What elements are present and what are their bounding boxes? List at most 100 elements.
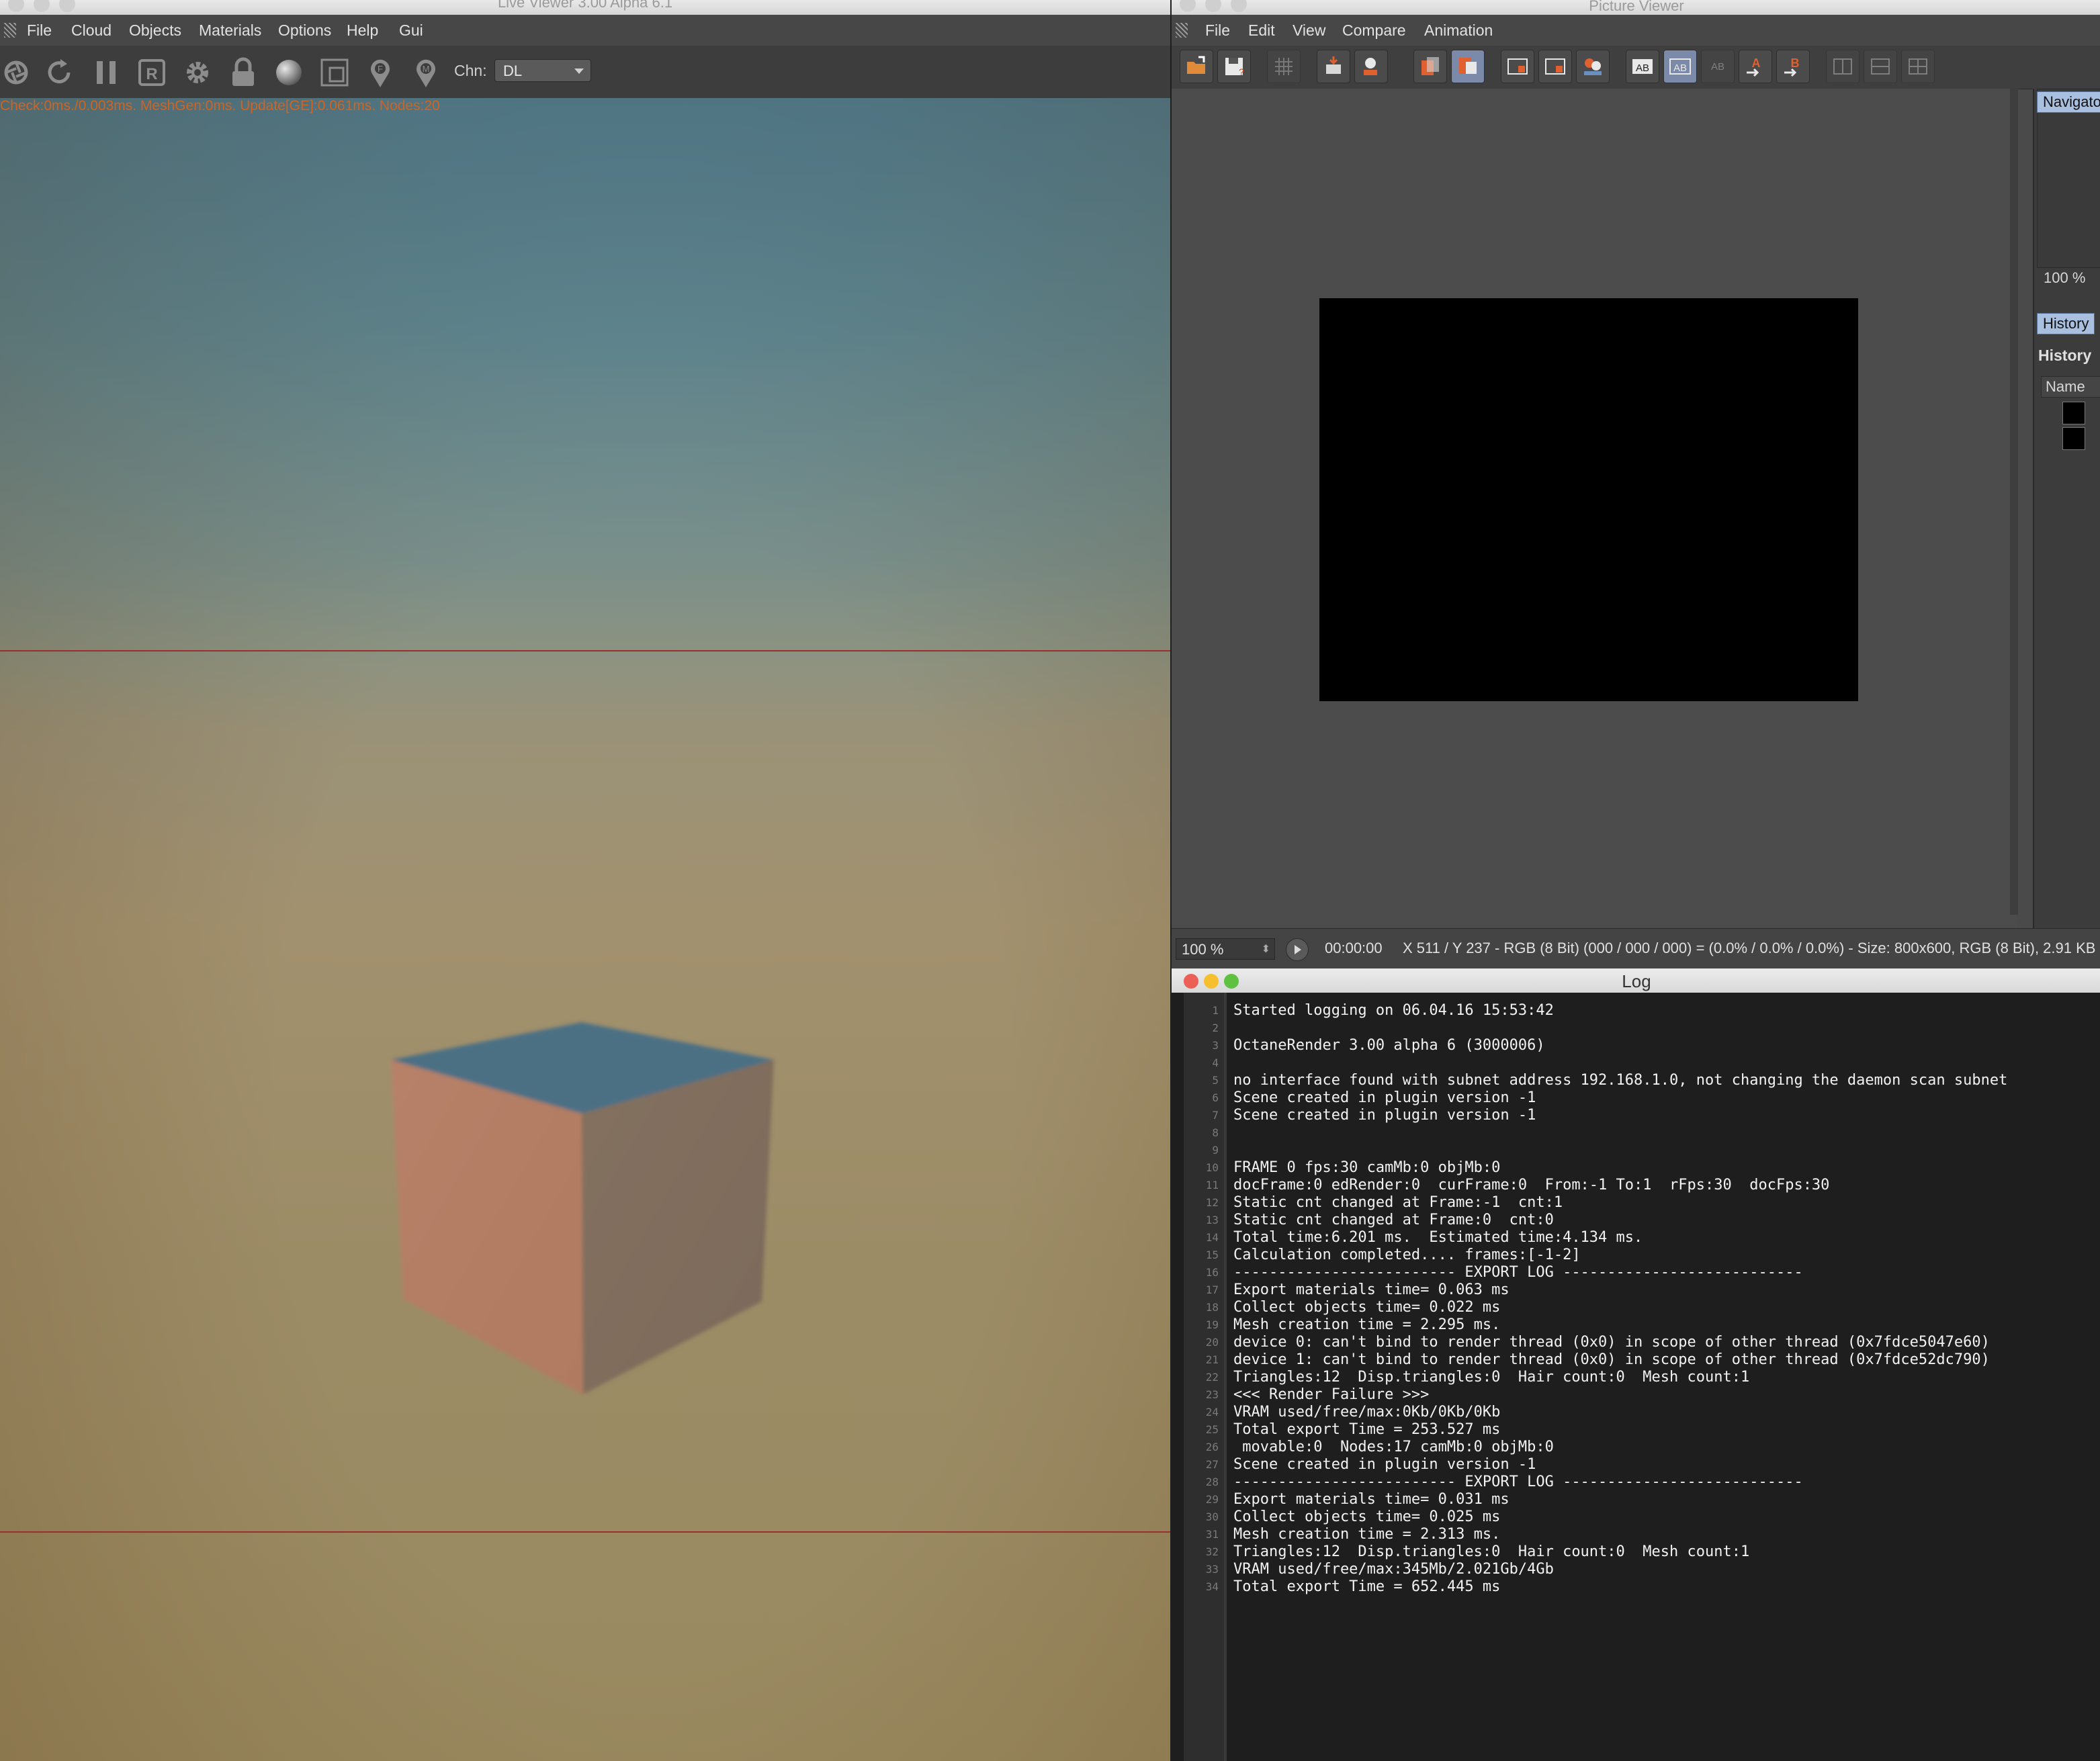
line-number: 5 xyxy=(1212,1074,1219,1087)
menu-objects[interactable]: Objects xyxy=(129,15,181,46)
frame-icon[interactable] xyxy=(1501,50,1534,83)
log-line-text: VRAM used/free/max:345Mb/2.021Gb/4Gb xyxy=(1233,1561,1554,1578)
menu-help[interactable]: Help xyxy=(347,15,378,46)
save-file-icon[interactable]: ? xyxy=(1217,50,1251,83)
live-viewer-titlebar[interactable]: Live Viewer 3.00 Alpha 6.1 xyxy=(0,0,1170,15)
log-line-text: Scene created in plugin version -1 xyxy=(1233,1456,1536,1473)
material-pick-pin-icon[interactable]: M xyxy=(410,56,442,89)
history-thumbnail[interactable] xyxy=(2062,402,2085,424)
region-render-icon[interactable]: R xyxy=(136,56,168,89)
live-viewer-menubar: File Cloud Objects Materials Options Hel… xyxy=(0,15,1170,46)
line-number: 23 xyxy=(1205,1388,1219,1401)
line-number: 8 xyxy=(1212,1126,1219,1139)
line-number: 3 xyxy=(1212,1039,1219,1052)
menu-view[interactable]: View xyxy=(1293,15,1325,46)
log-line-text: Triangles:12 Disp.triangles:0 Hair count… xyxy=(1233,1369,1750,1386)
menu-file[interactable]: File xyxy=(1205,15,1230,46)
render-viewport[interactable]: Check:0ms./0.003ms. MeshGen:0ms. Update[… xyxy=(0,98,1170,1761)
stack-icon[interactable] xyxy=(1451,50,1485,83)
layers-icon[interactable] xyxy=(1317,50,1350,83)
tab-history[interactable]: History xyxy=(2037,313,2095,334)
menu-edit[interactable]: Edit xyxy=(1248,15,1275,46)
zoom-field-value: 100 % xyxy=(1182,941,1224,958)
frame-icon[interactable] xyxy=(1538,50,1572,83)
scene-cube xyxy=(391,1022,774,1394)
menu-compare[interactable]: Compare xyxy=(1342,15,1406,46)
zoom-field[interactable]: 100 % ⬍ xyxy=(1176,938,1275,960)
ab-compare-icon[interactable]: AB xyxy=(1663,50,1697,83)
picture-viewer-title: Picture Viewer xyxy=(1589,0,1684,14)
ab-compare-icon[interactable]: AB xyxy=(1701,50,1735,83)
line-number: 13 xyxy=(1205,1214,1219,1226)
canvas-scrollbar[interactable] xyxy=(2010,89,2018,915)
history-thumbnail[interactable] xyxy=(2062,427,2085,450)
menu-options[interactable]: Options xyxy=(278,15,331,46)
split-icon[interactable] xyxy=(1826,50,1860,83)
svg-text:M: M xyxy=(423,64,430,74)
cube-left-face xyxy=(391,1060,583,1394)
log-line-text: <<< Render Failure >>> xyxy=(1233,1386,1430,1403)
navigator-zoom[interactable]: 100 % xyxy=(2037,267,2100,288)
guide-line-top xyxy=(0,650,1170,651)
picture-canvas[interactable] xyxy=(1172,89,2018,928)
log-line-text: ------------------------- EXPORT LOG ---… xyxy=(1233,1474,1803,1490)
live-viewer-toolbar: R F M Chn: DL xyxy=(0,46,1170,99)
menu-cloud[interactable]: Cloud xyxy=(71,15,112,46)
line-number: 17 xyxy=(1205,1283,1219,1296)
chevron-down-icon xyxy=(574,69,584,74)
line-number: 19 xyxy=(1205,1318,1219,1331)
focus-pin-icon[interactable]: F xyxy=(364,56,396,89)
log-line-text: Total export Time = 253.527 ms xyxy=(1233,1421,1501,1438)
line-number: 25 xyxy=(1205,1423,1219,1436)
settings-gear-icon[interactable] xyxy=(181,56,214,89)
channel-select[interactable]: DL xyxy=(494,59,591,82)
svg-text:B: B xyxy=(1791,56,1800,70)
svg-text:A: A xyxy=(1752,56,1761,70)
line-number: 31 xyxy=(1205,1528,1219,1541)
copy-icon[interactable] xyxy=(1413,50,1447,83)
grid-icon[interactable] xyxy=(1267,50,1301,83)
person-icon[interactable] xyxy=(1354,50,1388,83)
log-line-text: docFrame:0 edRender:0 curFrame:0 From:-1… xyxy=(1233,1177,1830,1193)
history-name-column[interactable]: Name xyxy=(2041,376,2100,398)
split-icon[interactable] xyxy=(1901,50,1935,83)
history-heading: History xyxy=(2038,347,2092,364)
open-file-icon[interactable] xyxy=(1180,50,1213,83)
pause-icon[interactable] xyxy=(90,56,122,89)
material-sphere-icon[interactable] xyxy=(273,56,305,89)
menu-materials[interactable]: Materials xyxy=(199,15,261,46)
tab-navigator[interactable]: Navigator xyxy=(2037,91,2100,113)
people-icon[interactable] xyxy=(1576,50,1610,83)
menu-gui[interactable]: Gui xyxy=(399,15,423,46)
picture-viewer-side-panel: Navigator 100 % History History Name xyxy=(2033,89,2100,928)
split-icon[interactable] xyxy=(1864,50,1897,83)
line-number: 6 xyxy=(1212,1091,1219,1104)
menu-file[interactable]: File xyxy=(27,15,52,46)
menu-grip-icon xyxy=(4,23,16,38)
log-text-area[interactable]: 1 Started logging on 06.04.16 15:53:42 2 3 O… xyxy=(1172,993,2100,1761)
viewport-frame-icon[interactable] xyxy=(318,56,351,89)
picture-viewer-menubar: File Edit View Compare Animation xyxy=(1172,15,2100,46)
lock-icon[interactable] xyxy=(227,56,259,89)
line-number: 34 xyxy=(1205,1580,1219,1593)
svg-text:AB: AB xyxy=(1673,62,1687,74)
pixel-info: X 511 / Y 237 - RGB (8 Bit) (000 / 000 /… xyxy=(1403,940,2096,956)
navigator-preview[interactable] xyxy=(2037,89,2100,285)
log-line-text: Triangles:12 Disp.triangles:0 Hair count… xyxy=(1233,1543,1750,1560)
line-number: 30 xyxy=(1205,1510,1219,1523)
log-titlebar[interactable]: Log xyxy=(1172,968,2100,993)
picture-viewer-titlebar[interactable]: Picture Viewer xyxy=(1172,0,2100,15)
stepper-icon[interactable]: ⬍ xyxy=(1262,939,1270,960)
aperture-icon[interactable] xyxy=(0,56,32,89)
line-number: 28 xyxy=(1205,1476,1219,1488)
play-icon[interactable] xyxy=(1286,938,1309,961)
refresh-icon[interactable] xyxy=(43,56,75,89)
ab-compare-icon[interactable]: AB xyxy=(1626,50,1659,83)
set-b-icon[interactable]: B xyxy=(1776,50,1810,83)
log-line-text: Static cnt changed at Frame:-1 cnt:1 xyxy=(1233,1194,1563,1211)
rendered-image[interactable] xyxy=(1319,298,1858,701)
log-line-text: Total time:6.201 ms. Estimated time:4.13… xyxy=(1233,1229,1643,1246)
set-a-icon[interactable]: A xyxy=(1739,50,1772,83)
log-line-text: movable:0 Nodes:17 camMb:0 objMb:0 xyxy=(1233,1439,1554,1455)
menu-animation[interactable]: Animation xyxy=(1424,15,1493,46)
